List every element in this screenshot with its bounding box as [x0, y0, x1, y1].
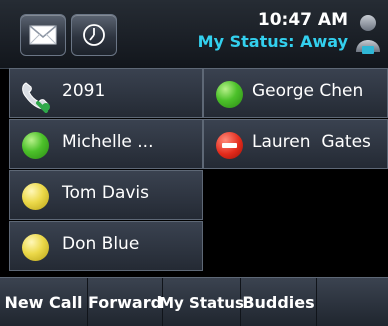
contact-lauren-gates[interactable]: Lauren Gates: [203, 119, 388, 169]
line-key-grid: 2091 Michelle ... Tom Davis Don Blue Geo…: [9, 68, 388, 276]
line-key-label: 2091: [62, 81, 106, 101]
contact-name: Don Blue: [62, 234, 140, 254]
contact-name: Michelle ...: [62, 132, 154, 152]
forward-softkey[interactable]: Forward: [88, 278, 163, 326]
line-key-2091[interactable]: 2091: [9, 68, 203, 118]
envelope-icon: [29, 25, 57, 45]
contact-name: Lauren Gates: [252, 132, 371, 152]
available-status-icon: [22, 132, 49, 159]
phone-line-icon: [22, 82, 50, 113]
contact-name: Tom Davis: [62, 183, 150, 203]
softkey-bar: New Call Forward My Status Buddies: [0, 277, 388, 326]
clock-time: 10:47 AM: [257, 10, 348, 30]
status-header: 10:47 AM My Status: Away: [0, 0, 388, 69]
phone-screen: 10:47 AM My Status: Away 2091 Michelle .…: [0, 0, 388, 326]
contact-name: George Chen: [252, 81, 364, 101]
clock-icon: [83, 24, 105, 46]
messages-button[interactable]: [20, 14, 66, 56]
my-status-softkey[interactable]: My Status: [159, 278, 244, 326]
my-status-text[interactable]: My Status: Away: [198, 32, 348, 51]
empty-softkey[interactable]: [317, 278, 388, 326]
buddies-softkey[interactable]: Buddies: [241, 278, 317, 326]
available-status-icon: [216, 81, 243, 108]
contact-george-chen[interactable]: George Chen: [203, 68, 388, 118]
new-call-softkey[interactable]: New Call: [0, 278, 88, 326]
contact-don-blue[interactable]: Don Blue: [9, 221, 203, 271]
away-status-icon: [22, 234, 49, 261]
busy-status-icon: [216, 132, 243, 159]
away-status-icon: [22, 183, 49, 210]
recent-calls-button[interactable]: [71, 14, 117, 56]
user-avatar-icon[interactable]: [354, 12, 382, 56]
contact-tom-davis[interactable]: Tom Davis: [9, 170, 203, 220]
contact-michelle[interactable]: Michelle ...: [9, 119, 203, 169]
